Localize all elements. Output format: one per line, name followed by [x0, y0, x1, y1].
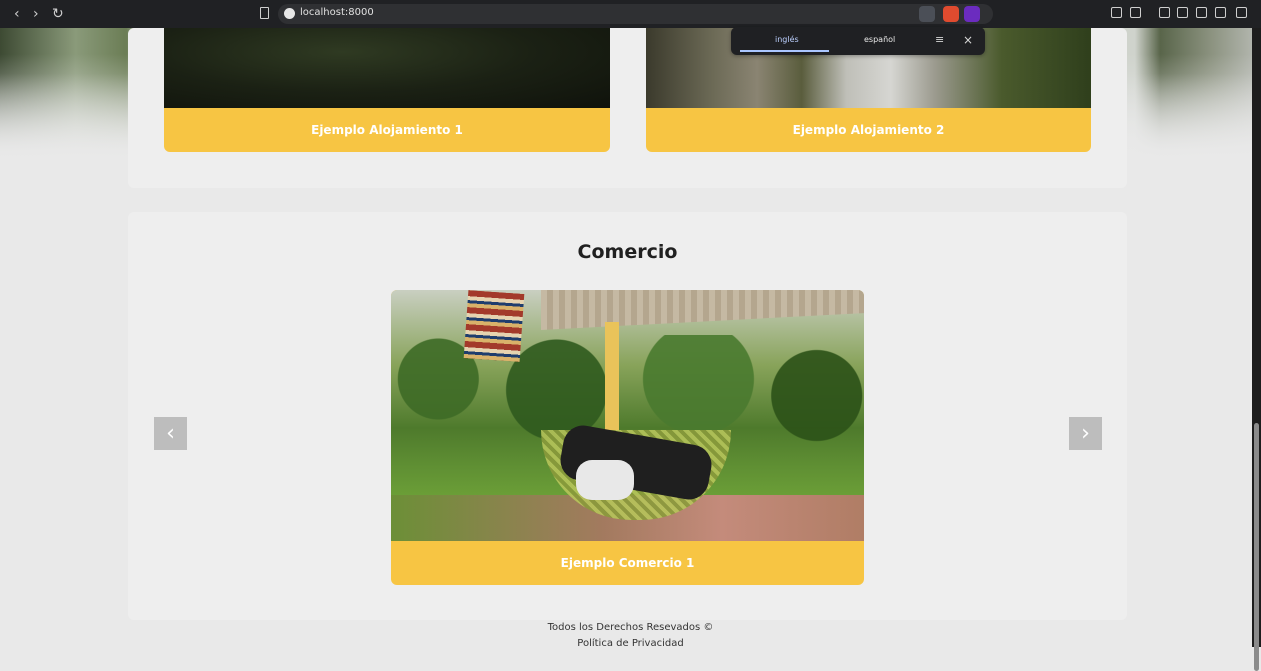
- carousel-prev-button[interactable]: ‹: [154, 417, 187, 450]
- wallet-icon[interactable]: [1196, 7, 1207, 18]
- translate-popup: inglés español ≡ ×: [731, 27, 985, 55]
- reload-button[interactable]: ↻: [52, 6, 64, 22]
- sidebar-icon[interactable]: [1159, 7, 1170, 18]
- footer-rights: Todos los Derechos Resevados ©: [547, 622, 714, 633]
- vpn-icon[interactable]: [1215, 7, 1226, 18]
- screenshot-icon[interactable]: [1130, 7, 1141, 18]
- active-tab-indicator: [740, 50, 829, 52]
- carousel-next-button[interactable]: ›: [1069, 417, 1102, 450]
- translate-icon[interactable]: [919, 6, 935, 22]
- tab-espanol[interactable]: español: [864, 35, 895, 44]
- close-icon[interactable]: ×: [963, 33, 973, 47]
- brave-rewards-icon[interactable]: [964, 6, 980, 22]
- alojamiento-image-1: [164, 28, 610, 108]
- alojamiento-card-label[interactable]: Ejemplo Alojamiento 1: [164, 108, 610, 152]
- comercio-card[interactable]: Ejemplo Comercio 1: [391, 290, 864, 585]
- alojamiento-card-1[interactable]: Ejemplo Alojamiento 1: [164, 28, 610, 152]
- comercio-card-label[interactable]: Ejemplo Comercio 1: [391, 541, 864, 585]
- scrollbar-thumb[interactable]: [1254, 423, 1259, 671]
- roof: [541, 290, 864, 330]
- person-shirt: [576, 460, 634, 500]
- extensions-icon[interactable]: [1111, 7, 1122, 18]
- tab-ingles[interactable]: inglés: [775, 35, 799, 44]
- brave-shield-icon[interactable]: [943, 6, 959, 22]
- browser-toolbar: ‹ › ↻ localhost:8000: [0, 0, 1261, 28]
- forward-button[interactable]: ›: [33, 6, 39, 22]
- bookmark-icon[interactable]: [260, 7, 269, 19]
- url-text[interactable]: localhost:8000: [300, 7, 374, 18]
- trees-background: [391, 335, 864, 445]
- app-menu-icon[interactable]: [1236, 7, 1247, 18]
- back-button[interactable]: ‹: [14, 6, 20, 22]
- menu-icon[interactable]: ≡: [935, 34, 947, 46]
- section-title: Comercio: [577, 241, 678, 263]
- site-info-icon[interactable]: [284, 8, 295, 19]
- address-bar[interactable]: [278, 4, 993, 24]
- alojamiento-card-label[interactable]: Ejemplo Alojamiento 2: [646, 108, 1091, 152]
- tab-icon[interactable]: [1177, 7, 1188, 18]
- scrollbar[interactable]: [1252, 28, 1261, 671]
- comercio-photo: [391, 290, 864, 541]
- privacy-link[interactable]: Política de Privacidad: [0, 638, 1261, 649]
- hanging-blanket: [463, 290, 525, 362]
